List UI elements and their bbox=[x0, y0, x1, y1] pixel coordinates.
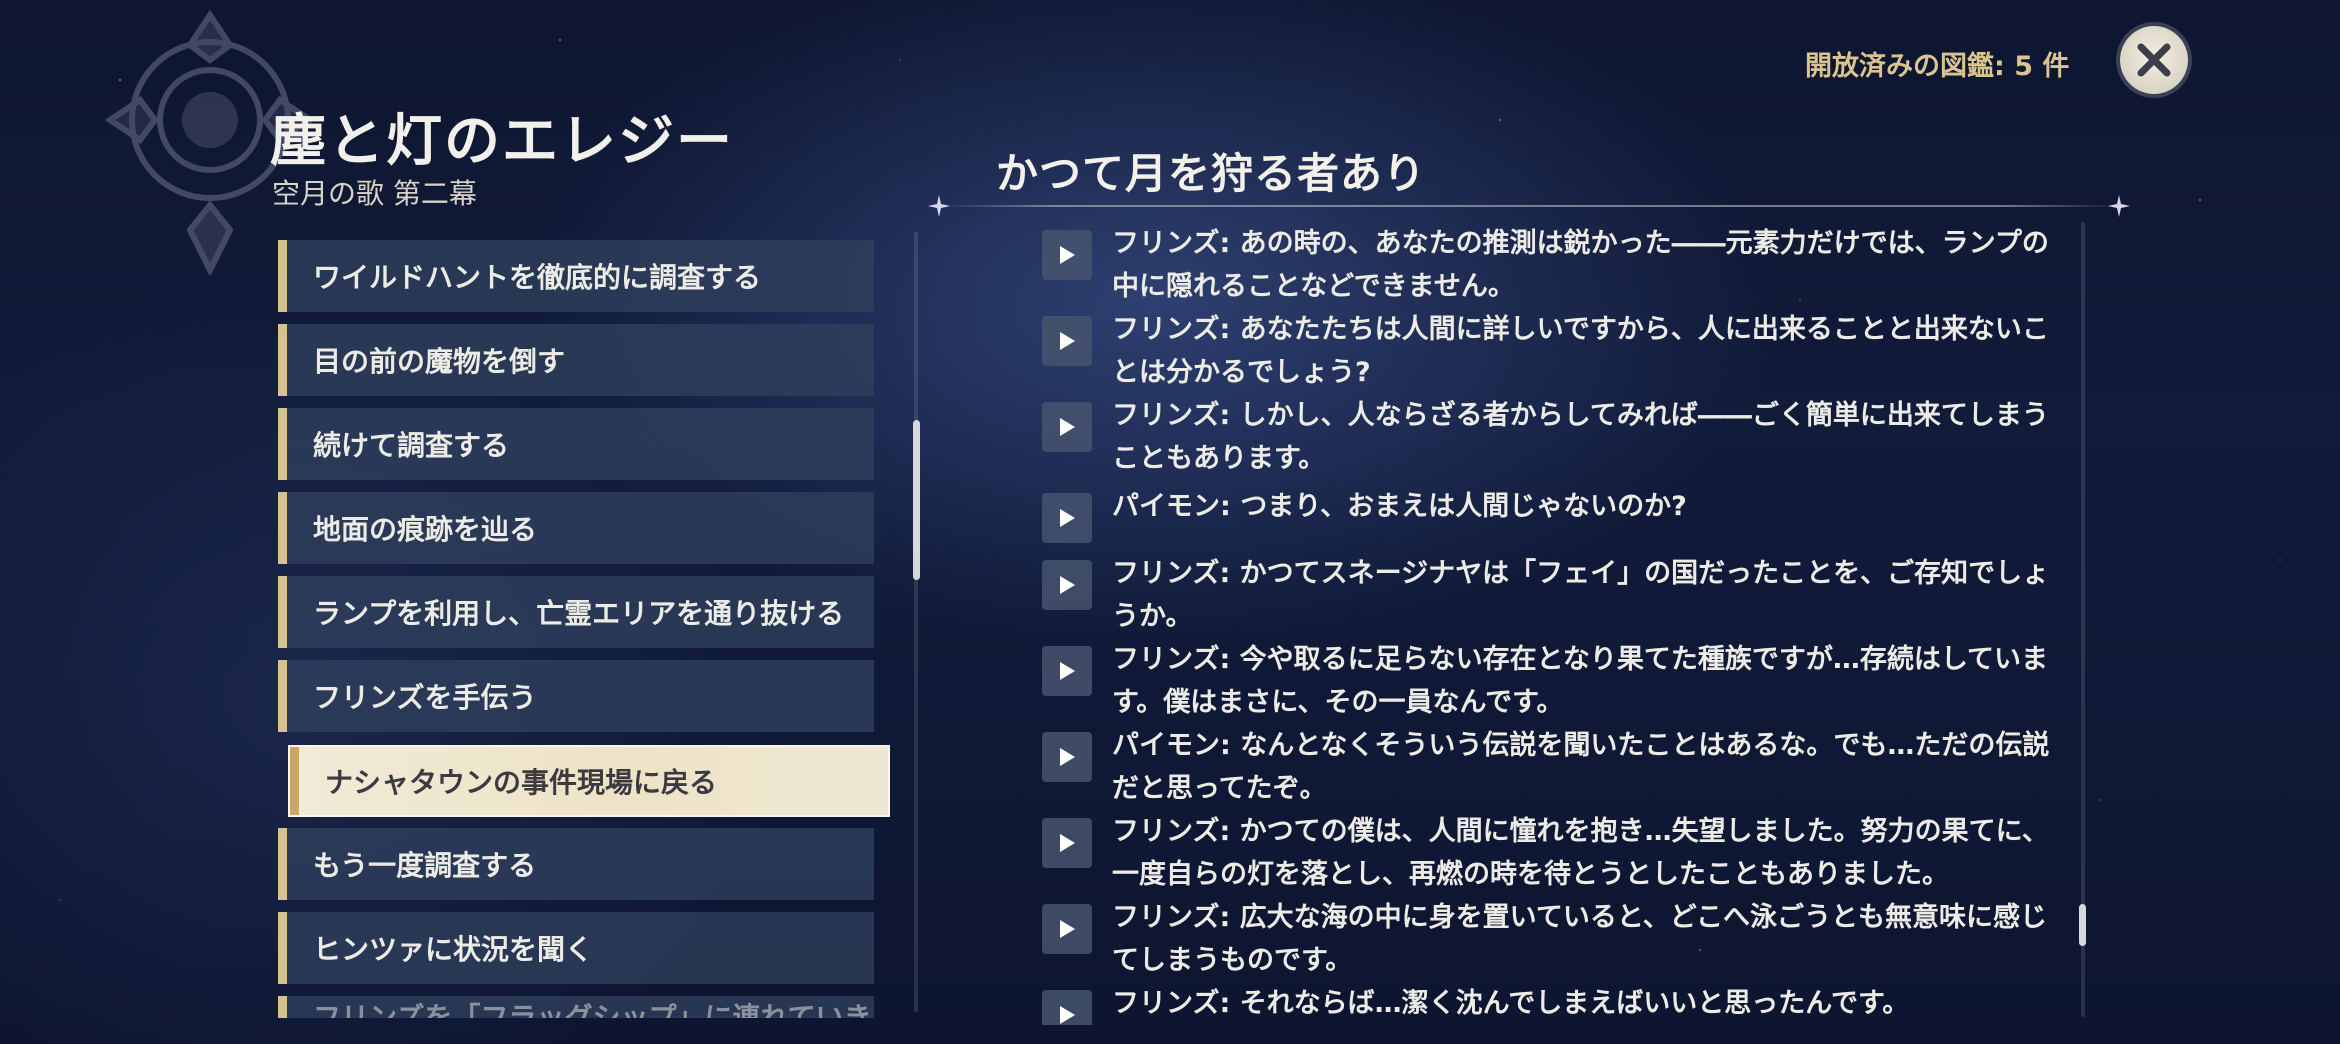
step-label: 地面の痕跡を辿る bbox=[313, 513, 538, 546]
step-accent-bar bbox=[278, 996, 287, 1018]
step-label: フリンズを「フラッグシップ」に連れていき、休ま bbox=[313, 1001, 892, 1018]
dialogue-text: フリンズ: かつてスネージナヤは「フェイ」の国だったことを、ご存知でしょうか。 bbox=[1112, 558, 2050, 632]
step-item[interactable]: 目の前の魔物を倒す bbox=[278, 324, 874, 396]
title-divider bbox=[940, 205, 2120, 207]
dialogue-scrollbar-thumb[interactable] bbox=[2079, 904, 2086, 946]
step-list-scrollbar-track bbox=[914, 232, 918, 1012]
play-icon bbox=[1060, 834, 1075, 852]
step-accent-bar bbox=[278, 324, 287, 396]
play-voice-button[interactable] bbox=[1042, 493, 1092, 543]
quest-step-list: ワイルドハントを徹底的に調査する 目の前の魔物を倒す 続けて調査する 地面の痕跡… bbox=[278, 228, 892, 1018]
step-accent-bar bbox=[278, 576, 287, 648]
play-icon bbox=[1060, 662, 1075, 680]
quest-subtitle: 空月の歌 第二幕 bbox=[272, 177, 477, 210]
dialogue-text: フリンズ: 広大な海の中に身を置いていると、どこへ泳ごうとも無意味に感じてしまう… bbox=[1112, 902, 2047, 976]
step-accent-bar bbox=[290, 747, 299, 815]
dialogue-line: フリンズ: あの時の、あなたの推測は鋭かった――元素力だけでは、ランプの中に隠れ… bbox=[1042, 222, 2082, 308]
dialogue-line: パイモン: つまり、おまえは人間じゃないのか? bbox=[1042, 485, 2082, 543]
dialogue-text: パイモン: つまり、おまえは人間じゃないのか? bbox=[1112, 491, 1687, 522]
step-label: 続けて調査する bbox=[313, 429, 510, 462]
play-icon bbox=[1060, 748, 1075, 766]
step-item[interactable]: もう一度調査する bbox=[278, 828, 874, 900]
step-accent-bar bbox=[278, 912, 287, 984]
play-voice-button[interactable] bbox=[1042, 904, 1092, 954]
step-item-selected[interactable]: ナシャタウンの事件現場に戻る bbox=[288, 745, 890, 817]
play-voice-button[interactable] bbox=[1042, 818, 1092, 868]
dialogue-text: フリンズ: あなたたちは人間に詳しいですから、人に出来ることと出来ないことは分か… bbox=[1112, 314, 2049, 388]
close-button[interactable] bbox=[2120, 26, 2188, 94]
dialogue-text: フリンズ: かつての僕は、人間に憧れを抱き…失望しました。努力の果てに、一度自ら… bbox=[1112, 816, 2049, 890]
step-accent-bar bbox=[278, 240, 287, 312]
divider-star-icon bbox=[2108, 195, 2130, 217]
play-icon bbox=[1060, 332, 1075, 350]
step-label: ワイルドハントを徹底的に調査する bbox=[313, 261, 762, 294]
step-item[interactable]: 地面の痕跡を辿る bbox=[278, 492, 874, 564]
step-item[interactable]: ヒンツァに状況を聞く bbox=[278, 912, 874, 984]
step-item[interactable]: ランプを利用し、亡霊エリアを通り抜ける bbox=[278, 576, 874, 648]
dialogue-line: フリンズ: それならば…潔く沈んでしまえばいいと思ったんです。 bbox=[1042, 982, 2082, 1025]
close-icon bbox=[2137, 43, 2171, 77]
dialogue-text: フリンズ: あの時の、あなたの推測は鋭かった――元素力だけでは、ランプの中に隠れ… bbox=[1112, 228, 2049, 302]
play-voice-button[interactable] bbox=[1042, 560, 1092, 610]
step-list-scrollbar-thumb[interactable] bbox=[913, 420, 920, 580]
dialogue-list: フリンズ: あの時の、あなたの推測は鋭かった――元素力だけでは、ランプの中に隠れ… bbox=[1030, 210, 2090, 1025]
play-icon bbox=[1060, 576, 1075, 594]
dialogue-line: フリンズ: かつてスネージナヤは「フェイ」の国だったことを、ご存知でしょうか。 bbox=[1042, 552, 2082, 638]
step-item[interactable]: フリンズを手伝う bbox=[278, 660, 874, 732]
step-accent-bar bbox=[278, 408, 287, 480]
step-label: ナシャタウンの事件現場に戻る bbox=[325, 766, 718, 799]
play-icon bbox=[1060, 1006, 1075, 1024]
unlocked-archive-count: 開放済みの図鑑: 5 件 bbox=[1805, 51, 2070, 82]
step-label: 目の前の魔物を倒す bbox=[313, 345, 566, 378]
play-voice-button[interactable] bbox=[1042, 402, 1092, 452]
play-voice-button[interactable] bbox=[1042, 732, 1092, 782]
dialogue-text: フリンズ: それならば…潔く沈んでしまえばいいと思ったんです。 bbox=[1112, 988, 1910, 1019]
step-item[interactable]: フリンズを「フラッグシップ」に連れていき、休ま bbox=[278, 996, 892, 1018]
dialogue-text: フリンズ: 今や取るに足らない存在となり果てた種族ですが…存続はしています。僕は… bbox=[1112, 644, 2049, 718]
dialogue-line: フリンズ: あなたたちは人間に詳しいですから、人に出来ることと出来ないことは分か… bbox=[1042, 308, 2082, 394]
step-label: フリンズを手伝う bbox=[313, 681, 537, 714]
step-label: もう一度調査する bbox=[313, 849, 537, 882]
play-voice-button[interactable] bbox=[1042, 990, 1092, 1025]
quest-title: 塵と灯のエレジー bbox=[270, 109, 734, 174]
step-item[interactable]: ワイルドハントを徹底的に調査する bbox=[278, 240, 874, 312]
dialogue-scrollbar-track bbox=[2081, 222, 2085, 1017]
play-voice-button[interactable] bbox=[1042, 316, 1092, 366]
play-voice-button[interactable] bbox=[1042, 646, 1092, 696]
step-accent-bar bbox=[278, 660, 287, 732]
step-item[interactable]: 続けて調査する bbox=[278, 408, 874, 480]
dialogue-line: フリンズ: しかし、人ならざる者からしてみれば――ごく簡単に出来てしまうこともあ… bbox=[1042, 394, 2082, 480]
step-accent-bar bbox=[278, 492, 287, 564]
play-icon bbox=[1060, 418, 1075, 436]
dialogue-line: パイモン: なんとなくそういう伝説を聞いたことはあるな。でも…ただの伝説だと思っ… bbox=[1042, 724, 2082, 810]
dialogue-text: パイモン: なんとなくそういう伝説を聞いたことはあるな。でも…ただの伝説だと思っ… bbox=[1112, 730, 2050, 804]
step-label: ヒンツァに状況を聞く bbox=[313, 933, 594, 966]
step-accent-bar bbox=[278, 828, 287, 900]
play-icon bbox=[1060, 509, 1075, 527]
dialogue-line: フリンズ: かつての僕は、人間に憧れを抱き…失望しました。努力の果てに、一度自ら… bbox=[1042, 810, 2082, 896]
play-icon bbox=[1060, 920, 1075, 938]
divider-star-icon bbox=[928, 195, 950, 217]
dialogue-line: フリンズ: 今や取るに足らない存在となり果てた種族ですが…存続はしています。僕は… bbox=[1042, 638, 2082, 724]
play-icon bbox=[1060, 246, 1075, 264]
dialogue-title: かつて月を狩る者あり bbox=[996, 149, 1427, 198]
step-label: ランプを利用し、亡霊エリアを通り抜ける bbox=[313, 597, 845, 630]
play-voice-button[interactable] bbox=[1042, 230, 1092, 280]
dialogue-line: フリンズ: 広大な海の中に身を置いていると、どこへ泳ごうとも無意味に感じてしまう… bbox=[1042, 896, 2082, 982]
dialogue-text: フリンズ: しかし、人ならざる者からしてみれば――ごく簡単に出来てしまうこともあ… bbox=[1112, 400, 2049, 474]
